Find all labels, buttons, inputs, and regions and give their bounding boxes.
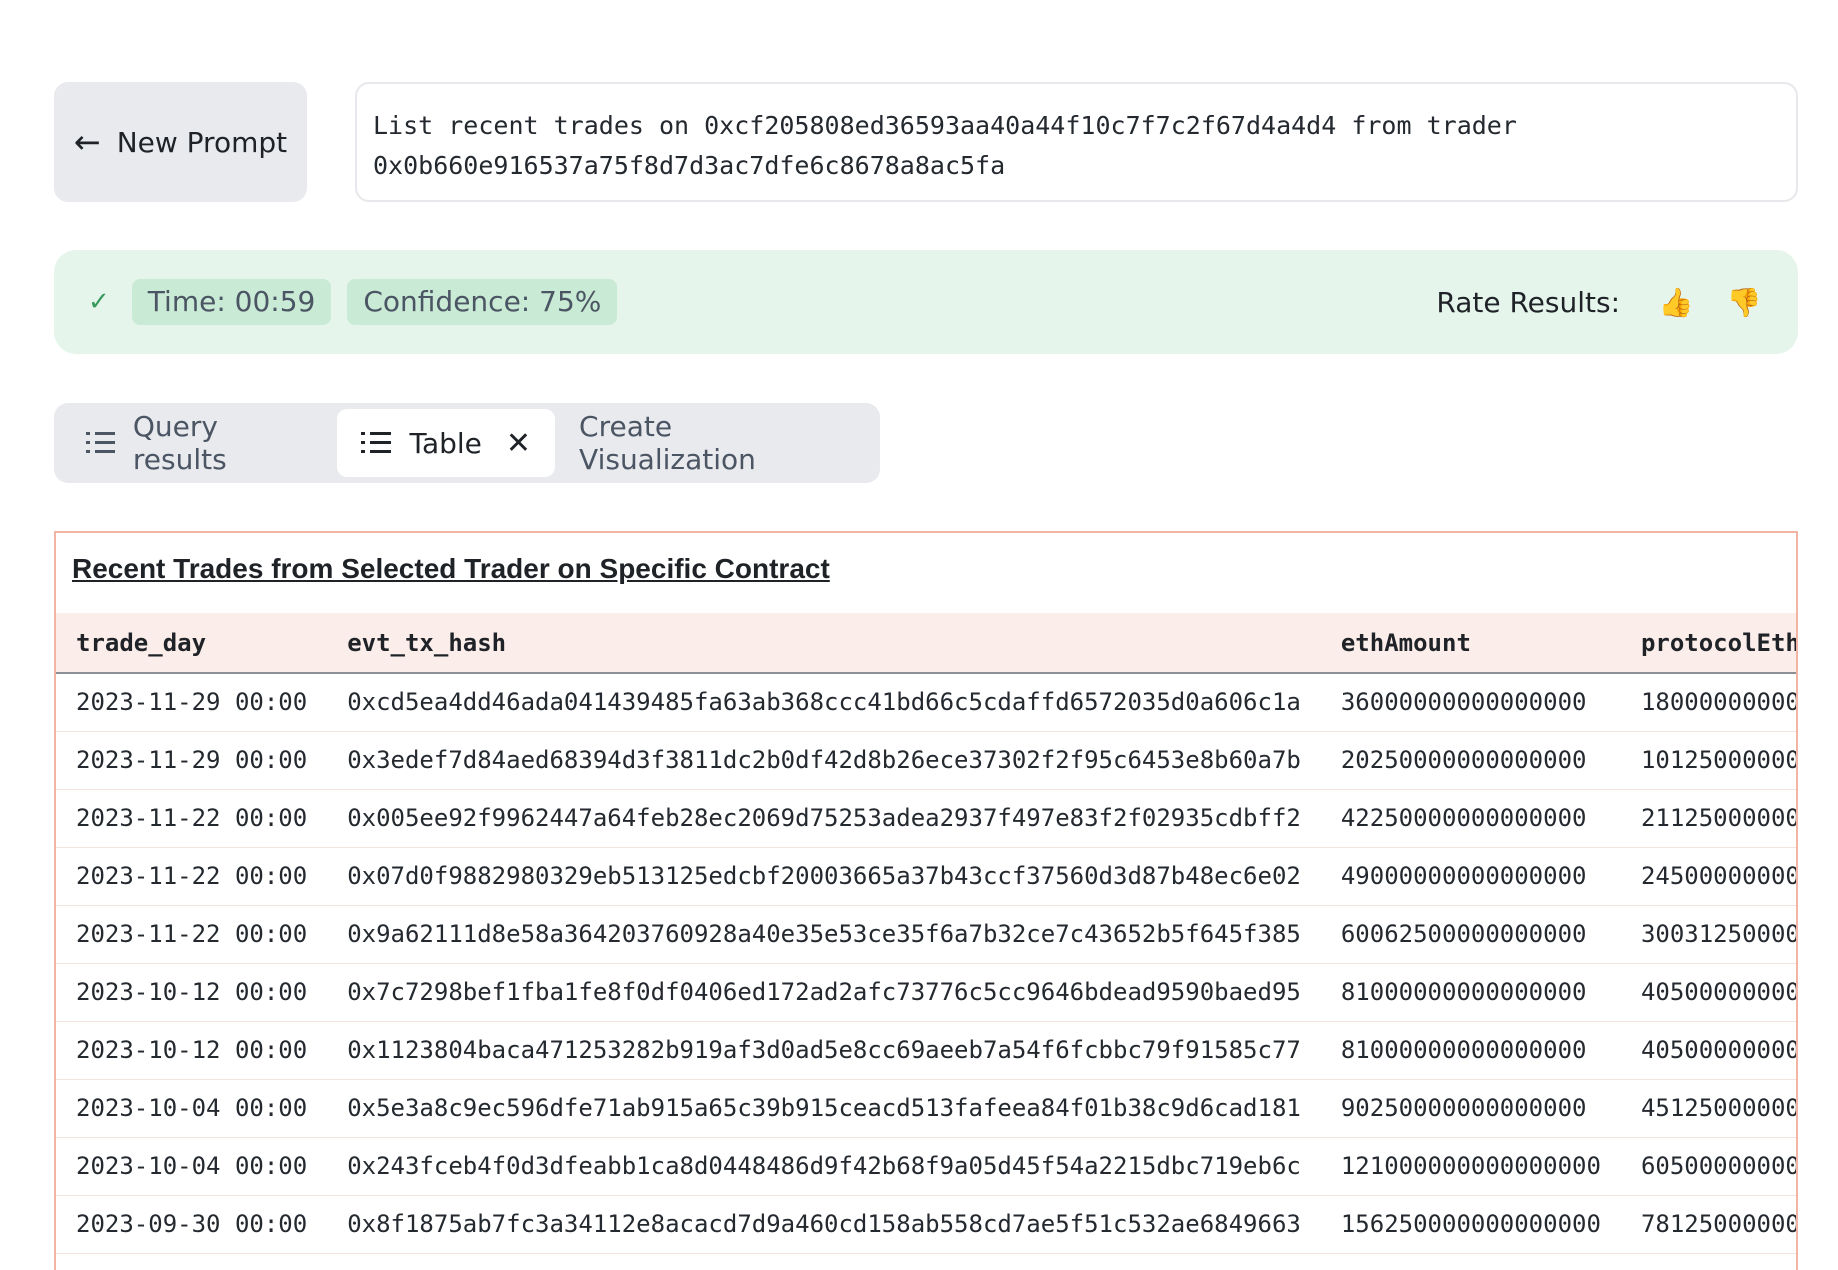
table-cell: 2023-11-22 00:00 [56, 847, 328, 906]
table-cell: 2023-11-29 00:00 [56, 673, 328, 732]
table-cell: 2023-11-22 00:00 [56, 789, 328, 848]
table-cell: 42250000000000000 [1320, 789, 1621, 848]
status-bar: ✓ Time: 00:59 Confidence: 75% Rate Resul… [54, 250, 1798, 354]
new-prompt-label: New Prompt [116, 125, 288, 159]
thumbs-down-icon[interactable]: 👎 [1724, 286, 1764, 319]
table-title: Recent Trades from Selected Trader on Sp… [72, 553, 830, 584]
table-cell: 10125000000 [1620, 731, 1796, 790]
table-cell: 0x9a62111d8e58a364203760928a40e35e53ce35… [327, 905, 1321, 964]
table-cell: 2023-11-29 00:00 [56, 731, 328, 790]
table-row: 2023-11-29 00:00 0x3edef7d84aed68394d3f3… [56, 731, 1796, 790]
column-header[interactable]: evt_tx_hash [327, 613, 1321, 674]
table-cell: 18000000000 [1620, 673, 1796, 732]
thumbs-up-icon[interactable]: 👍 [1656, 286, 1696, 319]
table-cell: 60500000000 [1620, 1137, 1796, 1196]
table-cell: 2023-09-30 00:00 [56, 1195, 328, 1254]
table-cell: 36000000000000000 [1320, 673, 1621, 732]
table-cell: 40500000000 [1620, 963, 1796, 1022]
table-row: 2023-11-22 00:00 0x9a62111d8e58a36420376… [56, 905, 1796, 964]
table-cell: 20250000000000000 [1320, 731, 1621, 790]
table-row: 2023-10-04 00:00 0x5e3a8c9ec596dfe71ab91… [56, 1079, 1796, 1138]
table-cell: 2023-10-12 00:00 [56, 1021, 328, 1080]
table-row: 2023-11-29 00:00 0xcd5ea4dd46ada04143948… [56, 673, 1796, 732]
tab-query-results[interactable]: Query results [62, 409, 337, 477]
list-icon [361, 432, 392, 454]
table-cell: 60062500000000000 [1320, 905, 1621, 964]
table-row: 2023-11-22 00:00 0x07d0f9882980329eb5131… [56, 847, 1796, 906]
table-cell: 21125000000 [1620, 789, 1796, 848]
table-cell: 121000000000000000 [1320, 1137, 1621, 1196]
table-row: 2023-10-12 00:00 0x7c7298bef1fba1fe8f0df… [56, 963, 1796, 1022]
list-icon [86, 432, 115, 454]
table-row: 2023-11-22 00:00 0x005ee92f9962447a64feb… [56, 789, 1796, 848]
time-badge: Time: 00:59 [131, 279, 332, 325]
rate-results: Rate Results: 👍 👎 [1436, 286, 1764, 319]
table-cell: 24500000000 [1620, 847, 1796, 906]
table-cell: 0xcd5ea4dd46ada041439485fa63ab368ccc41bd… [327, 673, 1321, 732]
table-cell: 30031250000 [1620, 905, 1796, 964]
results-panel: Recent Trades from Selected Trader on Sp… [54, 531, 1798, 1270]
table-cell: 81000000000000000 [1320, 1021, 1621, 1080]
prompt-row: ← New Prompt List recent trades on 0xcf2… [54, 82, 1798, 202]
prompt-text[interactable]: List recent trades on 0xcf205808ed36593a… [355, 82, 1798, 202]
tab-label: Create Visualization [579, 410, 756, 476]
table-cell: 0x243fceb4f0d3dfeabb1ca8d0448486d9f42b68… [327, 1137, 1321, 1196]
arrow-left-icon: ← [73, 123, 101, 161]
table-cell: 40500000000 [1620, 1021, 1796, 1080]
table-cell: 156250000000000000 [1320, 1195, 1621, 1254]
new-prompt-button[interactable]: ← New Prompt [54, 82, 307, 202]
rate-results-label: Rate Results: [1436, 285, 1620, 319]
table-cell: 0x8f1875ab7fc3a34112e8acacd7d9a460cd158a… [327, 1195, 1321, 1254]
table-cell: 49000000000000000 [1320, 847, 1621, 906]
table-cell: 0x5e3a8c9ec596dfe71ab915a65c39b915ceacd5… [327, 1079, 1321, 1138]
table-row: 2023-10-12 00:00 0x1123804baca471253282b… [56, 1021, 1796, 1080]
tab-table[interactable]: Table ✕ [337, 409, 556, 477]
close-icon[interactable]: ✕ [506, 426, 531, 461]
confidence-badge: Confidence: 75% [347, 279, 618, 325]
check-icon: ✓ [88, 287, 110, 317]
table-row: 2023-10-04 00:00 0x243fceb4f0d3dfeabb1ca… [56, 1137, 1796, 1196]
table-row: 2023-09-30 00:00 0x8f1875ab7fc3a34112e8a… [56, 1195, 1796, 1254]
column-header[interactable]: trade_day [56, 613, 328, 674]
table-cell: 2023-10-04 00:00 [56, 1079, 328, 1138]
column-header[interactable]: protocolEth [1620, 613, 1796, 674]
table-cell: 45125000000 [1620, 1079, 1796, 1138]
table-cell: 0x1123804baca471253282b919af3d0ad5e8cc69… [327, 1021, 1321, 1080]
table-cell: 0x7c7298bef1fba1fe8f0df0406ed172ad2afc73… [327, 963, 1321, 1022]
table-cell: 0x005ee92f9962447a64feb28ec2069d75253ade… [327, 789, 1321, 848]
table-cell: 0x3edef7d84aed68394d3f3811dc2b0df42d8b26… [327, 731, 1321, 790]
table-cell: 81000000000000000 [1320, 963, 1621, 1022]
table-header-row: trade_day evt_tx_hash ethAmount protocol… [56, 613, 1796, 674]
table-cell: 90250000000000000 [1320, 1079, 1621, 1138]
table-cell: 0x07d0f9882980329eb513125edcbf20003665a3… [327, 847, 1321, 906]
table-cell: 78125000000 [1620, 1195, 1796, 1254]
table-cell: 2023-10-12 00:00 [56, 963, 328, 1022]
column-header[interactable]: ethAmount [1320, 613, 1621, 674]
tab-label: Table [409, 426, 482, 460]
result-tabs: Query results Table ✕ Create Visualizati… [54, 403, 880, 483]
tab-create-visualization[interactable]: Create Visualization [555, 409, 872, 477]
table-cell: 2023-10-04 00:00 [56, 1137, 328, 1196]
table-cell: 2023-11-22 00:00 [56, 905, 328, 964]
results-table: trade_day evt_tx_hash ethAmount protocol… [56, 613, 1796, 1254]
tab-label: Query results [132, 410, 227, 476]
